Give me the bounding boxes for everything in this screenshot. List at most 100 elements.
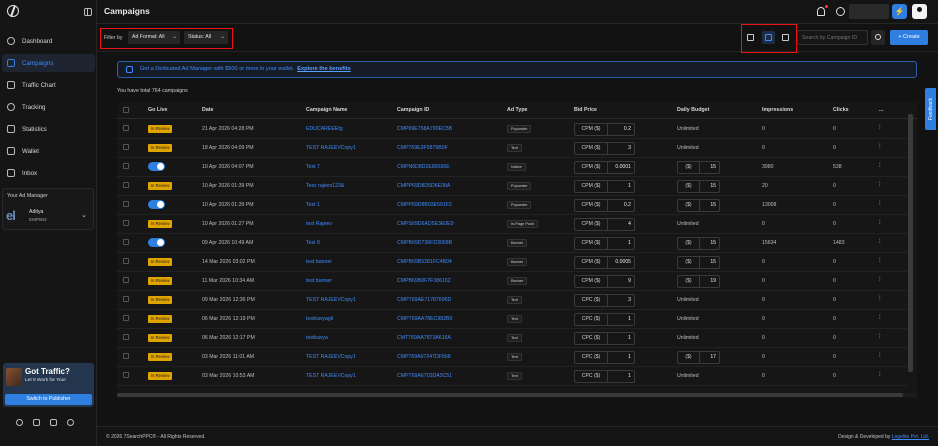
campaign-id-link[interactable]: CMT769AA7873A616A	[397, 335, 451, 341]
status-select[interactable]: Status: All ⌄	[184, 31, 228, 44]
row-checkbox[interactable]	[123, 182, 129, 188]
row-actions-icon[interactable]: ⁞	[879, 258, 881, 264]
ad-format-select[interactable]: Ad Format: All ⌄	[128, 31, 180, 44]
col-go-live[interactable]: Go Live	[148, 107, 167, 113]
daily-budget-input[interactable]: ($) 15	[677, 161, 720, 174]
row-actions-icon[interactable]: ⁞	[879, 353, 881, 359]
bid-price-input[interactable]: CPM ($) 9	[574, 275, 635, 288]
sidebar-item-tracking[interactable]: Tracking	[2, 98, 95, 116]
campaign-name-link[interactable]: testkavya	[306, 335, 328, 341]
campaign-id-link[interactable]: CMPS69D6AD5E3E0E9	[397, 221, 454, 227]
col-ad-type[interactable]: Ad Type	[507, 107, 528, 113]
sidebar-item-traffic-chart[interactable]: Traffic Chart	[2, 76, 95, 94]
scroll-thumb[interactable]	[117, 393, 903, 397]
daily-budget-input[interactable]: ($) 15	[677, 256, 720, 269]
account-switch-icon[interactable]	[836, 7, 845, 16]
col-date[interactable]: Date	[202, 107, 213, 113]
sidebar-toggle-icon[interactable]	[84, 8, 92, 16]
campaign-id-link[interactable]: CMPP69D8B03E501F2	[397, 202, 452, 208]
campaign-id-link[interactable]: CMPT69AA78EC982B0	[397, 316, 452, 322]
bid-price-input[interactable]: CPM ($) 3	[574, 142, 635, 155]
go-live-toggle[interactable]	[148, 238, 165, 247]
row-actions-icon[interactable]: ⁞	[879, 239, 881, 245]
campaign-name-link[interactable]: Test 8	[306, 240, 320, 246]
bid-price-input[interactable]: CPC ($) 1	[574, 351, 635, 364]
campaign-id-link[interactable]: CMP769A67247DF568	[397, 354, 451, 360]
user-icon[interactable]	[912, 4, 927, 19]
campaign-name-link[interactable]: Test 7	[306, 164, 320, 170]
row-checkbox[interactable]	[123, 315, 129, 321]
bid-price-input[interactable]: CPC ($) 1	[574, 313, 635, 326]
row-checkbox[interactable]	[123, 296, 129, 302]
mail-icon[interactable]	[33, 419, 40, 426]
row-checkbox[interactable]	[123, 144, 129, 150]
table-row[interactable]: In Review 14 Mar 2026 03:02 PM test banner…	[117, 253, 907, 272]
campaign-name-link[interactable]: test banner	[306, 259, 332, 265]
row-checkbox[interactable]	[123, 220, 129, 226]
bid-price-input[interactable]: CPC ($) 1	[574, 370, 635, 383]
daily-budget-input[interactable]: ($) 15	[677, 180, 720, 193]
table-row[interactable]: In Review 03 Mar 2026 10:53 AM TEST RAJEEV…	[117, 367, 907, 386]
vertical-scrollbar[interactable]	[908, 114, 913, 372]
row-checkbox[interactable]	[123, 201, 129, 207]
feedback-tab[interactable]: Feedback	[925, 88, 936, 130]
col-impressions[interactable]: Impressions	[762, 107, 793, 113]
row-checkbox[interactable]	[123, 334, 129, 340]
bolt-icon[interactable]: ⚡	[892, 4, 907, 19]
ad-manager-card[interactable]: Your Ad Manager el Aditya EMP804 ⌄	[2, 188, 94, 230]
campaign-id-link[interactable]: CMPB69B5281FC4B04	[397, 259, 452, 265]
info-icon[interactable]	[67, 419, 74, 426]
campaign-id-link[interactable]: CMPP69D8D5D6E08A	[397, 183, 450, 189]
go-live-toggle[interactable]	[148, 162, 165, 171]
go-live-toggle[interactable]	[148, 200, 165, 209]
campaign-name-link[interactable]: TEST RAJEEVCopy1	[306, 145, 356, 151]
column-settings-button[interactable]	[744, 31, 757, 44]
bid-price-input[interactable]: CPM ($) 0.2	[574, 123, 635, 136]
search-input[interactable]	[797, 30, 868, 45]
table-row[interactable]: In Review 10 Apr 2026 01:27 PM test Rajeev…	[117, 215, 907, 234]
sidebar-item-campaigns[interactable]: Campaigns	[2, 54, 95, 72]
table-row[interactable]: 10 Apr 2026 04:07 PM Test 7 CMPN6D8D2E8903…	[117, 158, 907, 177]
app-logo-icon[interactable]	[7, 5, 19, 17]
campaign-name-link[interactable]: EDUCAREEEfg	[306, 126, 343, 132]
campaign-id-link[interactable]: CMP769E3F5879B0F	[397, 145, 448, 151]
table-row[interactable]: In Review 06 Mar 2026 12:17 PM testkavya CM…	[117, 329, 907, 348]
sidebar-item-wallet[interactable]: Wallet	[2, 142, 95, 160]
table-row[interactable]: In Review 21 Apr 2026 04:28 PM EDUCAREEEfg…	[117, 120, 907, 139]
col-campaign-name[interactable]: Campaign Name	[306, 107, 348, 113]
daily-budget-input[interactable]: ($) 19	[677, 275, 720, 288]
grid-view-button[interactable]	[779, 31, 792, 44]
table-row[interactable]: In Review 03 Mar 2026 11:01 AM TEST RAJEEV…	[117, 348, 907, 367]
bid-price-input[interactable]: CPM ($) 0.0001	[574, 161, 635, 174]
campaign-name-link[interactable]: test banner	[306, 278, 332, 284]
bid-price-input[interactable]: CPM ($) 1	[574, 237, 635, 250]
row-actions-icon[interactable]: ⁞	[879, 201, 881, 207]
row-actions-icon[interactable]: ⁞	[879, 277, 881, 283]
row-actions-icon[interactable]: ⁞	[879, 220, 881, 226]
campaign-name-link[interactable]: test Rajeev	[306, 221, 332, 227]
col-more[interactable]: ...	[879, 107, 883, 113]
list-view-button[interactable]	[762, 31, 775, 44]
switch-to-publisher-button[interactable]: Switch to Publisher	[5, 394, 92, 405]
bid-price-input[interactable]: CPC ($) 1	[574, 332, 635, 345]
row-actions-icon[interactable]: ⁞	[879, 125, 881, 131]
row-actions-icon[interactable]: ⁞	[879, 163, 881, 169]
row-actions-icon[interactable]: ⁞	[879, 372, 881, 378]
bid-price-input[interactable]: CPM ($) 4	[574, 218, 635, 231]
row-actions-icon[interactable]: ⁞	[879, 144, 881, 150]
table-row[interactable]: In Review 10 Apr 2026 01:39 PM Tesc rajeev…	[117, 177, 907, 196]
phone-icon[interactable]	[16, 419, 23, 426]
campaign-id-link[interactable]: CMP69E758A790EC5B	[397, 126, 452, 132]
campaign-name-link[interactable]: Test 1	[306, 202, 320, 208]
row-checkbox[interactable]	[123, 277, 129, 283]
bid-price-input[interactable]: CPM ($) 0.0005	[574, 256, 635, 269]
row-actions-icon[interactable]: ⁞	[879, 182, 881, 188]
account-balance-box[interactable]	[849, 4, 889, 19]
campaign-name-link[interactable]: TEST RAJEEVCopy1	[306, 373, 356, 379]
row-checkbox[interactable]	[123, 372, 129, 378]
table-row[interactable]: In Review 18 Apr 2026 04:09 PM TEST RAJEEV…	[117, 139, 907, 158]
table-row[interactable]: 10 Apr 2026 01:39 PM Test 1 CMPP69D8B03E50…	[117, 196, 907, 215]
row-actions-icon[interactable]: ⁞	[879, 296, 881, 302]
developer-link[interactable]: Logelite Pvt. Ltd.	[892, 434, 929, 440]
campaign-id-link[interactable]: CMPB69B0F7F386162	[397, 278, 451, 284]
